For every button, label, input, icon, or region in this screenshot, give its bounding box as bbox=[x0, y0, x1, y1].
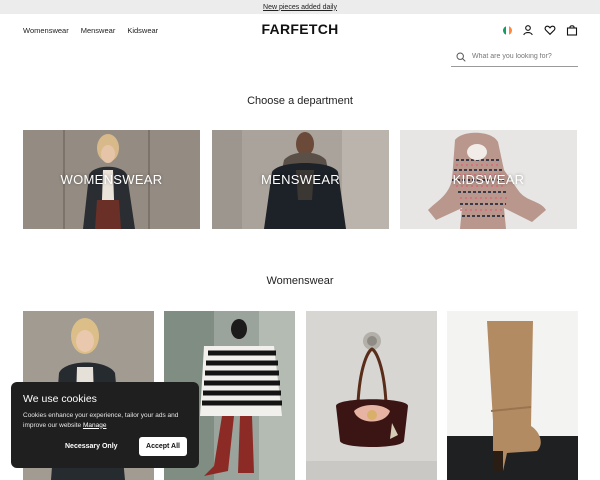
cookie-banner: We use cookies Cookies enhance your expe… bbox=[11, 382, 199, 468]
search-bar bbox=[451, 47, 578, 67]
department-label-menswear: MENSWEAR bbox=[261, 172, 340, 187]
department-label-womenswear: WOMENSWEAR bbox=[60, 172, 163, 187]
cookie-banner-text: Cookies enhance your experience, tailor … bbox=[23, 411, 187, 430]
promo-bar: New pieces added daily bbox=[0, 0, 600, 14]
cookie-banner-actions: Necessary Only Accept All bbox=[23, 437, 187, 456]
department-heading: Choose a department bbox=[247, 95, 353, 107]
site-header: Womenswear Menswear Kidswear FARFETCH bbox=[0, 14, 600, 46]
search-input[interactable] bbox=[472, 53, 572, 60]
shopping-bag-icon[interactable] bbox=[566, 24, 578, 36]
header-icons bbox=[503, 24, 578, 36]
department-label-kidswear: KIDSWEAR bbox=[452, 172, 525, 187]
search-icon[interactable] bbox=[456, 51, 466, 62]
product-card-4[interactable] bbox=[447, 311, 578, 480]
department-tile-womenswear[interactable]: WOMENSWEAR bbox=[23, 130, 200, 229]
department-tile-kidswear[interactable]: KIDSWEAR bbox=[400, 130, 577, 229]
embroidered-handbag-image bbox=[306, 311, 437, 480]
necessary-only-button[interactable]: Necessary Only bbox=[61, 438, 122, 455]
wishlist-heart-icon[interactable] bbox=[544, 24, 556, 36]
promo-link[interactable]: New pieces added daily bbox=[263, 4, 337, 11]
product-card-3[interactable] bbox=[306, 311, 437, 480]
ireland-flag-icon[interactable] bbox=[503, 25, 512, 35]
cookie-banner-title: We use cookies bbox=[23, 393, 97, 405]
account-icon[interactable] bbox=[522, 24, 534, 36]
suede-knee-boot-image bbox=[447, 311, 578, 480]
accept-all-button[interactable]: Accept All bbox=[139, 437, 187, 456]
department-tile-menswear[interactable]: MENSWEAR bbox=[212, 130, 389, 229]
cookie-manage-link[interactable]: Manage bbox=[83, 422, 107, 429]
womenswear-section-heading: Womenswear bbox=[266, 275, 334, 287]
